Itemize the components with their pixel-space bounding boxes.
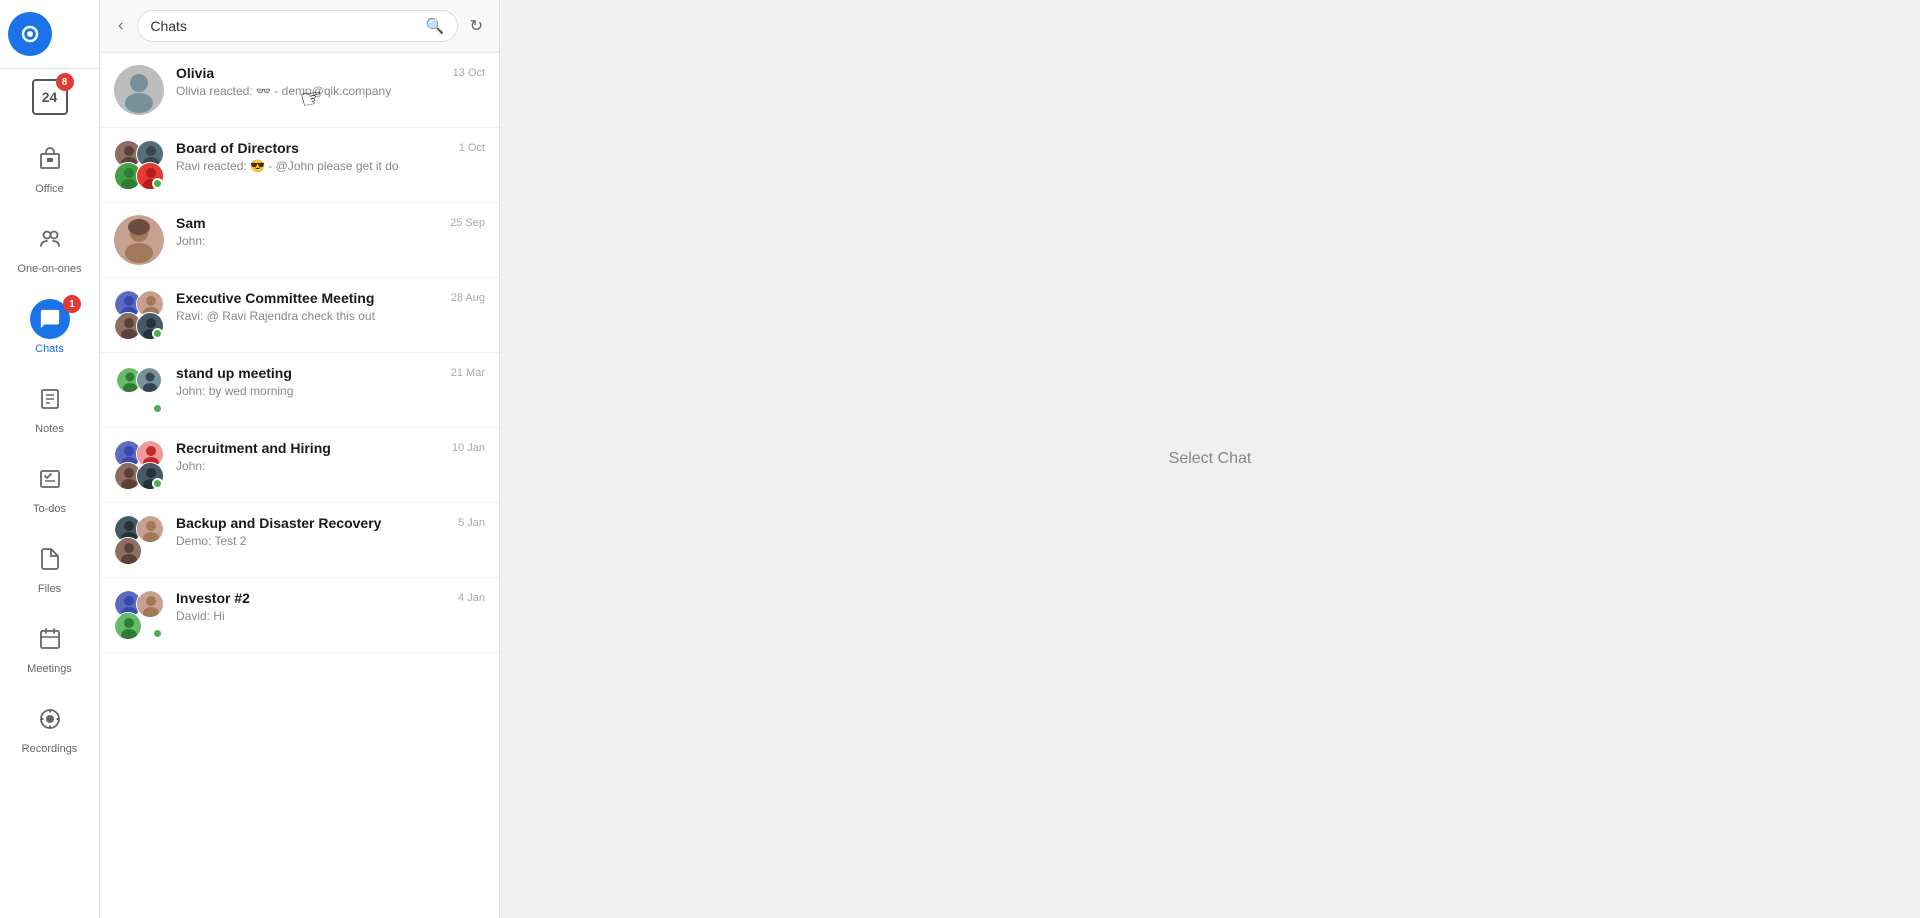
- chat-preview-recruitment: John:: [176, 459, 485, 473]
- calendar-button[interactable]: 24 8: [32, 69, 68, 119]
- chat-preview-olivia: Olivia reacted: 👓 - demo@qik.company: [176, 84, 485, 98]
- chat-item-olivia[interactable]: Olivia 13 Oct Olivia reacted: 👓 - demo@q…: [100, 53, 499, 128]
- chat-content-standup: stand up meeting 21 Mar John: by wed mor…: [176, 365, 485, 398]
- chats-refresh-button[interactable]: ↻: [466, 12, 487, 40]
- chat-content-executive: Executive Committee Meeting 28 Aug Ravi:…: [176, 290, 485, 323]
- sidebar-nav: Office One-on-ones 1 Chats: [0, 119, 99, 918]
- chat-name-executive: Executive Committee Meeting: [176, 290, 374, 306]
- sidebar-label-office: Office: [35, 183, 64, 195]
- sidebar-item-files[interactable]: Files: [0, 527, 99, 607]
- chat-date-olivia: 13 Oct: [453, 67, 485, 79]
- chat-name-board: Board of Directors: [176, 140, 299, 156]
- chat-preview-executive: Ravi: @ Ravi Rajendra check this out: [176, 309, 485, 323]
- online-indicator-recruitment: [152, 478, 163, 489]
- chats-badge: 1: [63, 295, 81, 313]
- recordings-icon: [30, 699, 70, 739]
- chat-date-recruitment: 10 Jan: [452, 442, 485, 454]
- sidebar-item-meetings[interactable]: Meetings: [0, 607, 99, 687]
- sidebar-item-chats[interactable]: 1 Chats: [0, 287, 99, 367]
- chat-preview-standup: John: by wed morning: [176, 384, 485, 398]
- chat-date-board: 1 Oct: [459, 142, 485, 154]
- chat-item-executive[interactable]: Executive Committee Meeting 28 Aug Ravi:…: [100, 278, 499, 353]
- chat-content-recruitment: Recruitment and Hiring 10 Jan John:: [176, 440, 485, 473]
- main-content: Select Chat: [500, 0, 1920, 918]
- online-indicator-standup: [152, 403, 163, 414]
- online-indicator-board: [152, 178, 163, 189]
- calendar-number: 24: [42, 89, 58, 105]
- chat-item-investor[interactable]: Investor #2 4 Jan David: Hi: [100, 578, 499, 653]
- company-logo: [8, 12, 52, 56]
- chats-search-bar: 🔍: [137, 10, 457, 42]
- sidebar-item-one-on-ones[interactable]: One-on-ones: [0, 207, 99, 287]
- chat-date-executive: 28 Aug: [451, 292, 485, 304]
- office-icon: [30, 139, 70, 179]
- select-chat-label: Select Chat: [1169, 450, 1252, 468]
- company-header[interactable]: [0, 0, 99, 69]
- chat-date-standup: 21 Mar: [451, 367, 485, 379]
- chat-preview-sam: John:: [176, 234, 485, 248]
- notes-icon: [30, 379, 70, 419]
- sidebar-item-todos[interactable]: To-dos: [0, 447, 99, 527]
- chat-preview-investor: David: Hi: [176, 609, 485, 623]
- sidebar-label-meetings: Meetings: [27, 663, 72, 675]
- chat-content-investor: Investor #2 4 Jan David: Hi: [176, 590, 485, 623]
- sidebar: 24 8 Office: [0, 0, 100, 918]
- sidebar-item-recordings[interactable]: Recordings: [0, 687, 99, 767]
- chat-name-backup: Backup and Disaster Recovery: [176, 515, 381, 531]
- chat-item-standup[interactable]: stand up meeting 21 Mar John: by wed mor…: [100, 353, 499, 428]
- sidebar-label-notes: Notes: [35, 423, 64, 435]
- chat-content-backup: Backup and Disaster Recovery 5 Jan Demo:…: [176, 515, 485, 548]
- one-on-ones-icon: [30, 219, 70, 259]
- sidebar-item-office[interactable]: Office: [0, 127, 99, 207]
- chat-date-backup: 5 Jan: [458, 517, 485, 529]
- chat-avatar-board: [114, 140, 164, 190]
- chat-name-recruitment: Recruitment and Hiring: [176, 440, 331, 456]
- chats-search-input[interactable]: [150, 18, 418, 34]
- chat-content-sam: Sam 25 Sep John:: [176, 215, 485, 248]
- sidebar-label-files: Files: [38, 583, 61, 595]
- chat-content-olivia: Olivia 13 Oct Olivia reacted: 👓 - demo@q…: [176, 65, 485, 98]
- chat-content-board: Board of Directors 1 Oct Ravi reacted: 😎…: [176, 140, 485, 173]
- chat-item-backup[interactable]: Backup and Disaster Recovery 5 Jan Demo:…: [100, 503, 499, 578]
- chat-avatar-recruitment: [114, 440, 164, 490]
- calendar-badge-count: 8: [56, 73, 74, 91]
- chat-name-standup: stand up meeting: [176, 365, 292, 381]
- chat-item-board[interactable]: Board of Directors 1 Oct Ravi reacted: 😎…: [100, 128, 499, 203]
- sidebar-label-todos: To-dos: [33, 503, 66, 515]
- chats-back-button[interactable]: ‹: [112, 15, 129, 37]
- chat-date-investor: 4 Jan: [458, 592, 485, 604]
- chat-avatar-investor: [114, 590, 164, 640]
- chat-avatar-backup: [114, 515, 164, 565]
- meetings-icon: [30, 619, 70, 659]
- chat-name-olivia: Olivia: [176, 65, 214, 81]
- sidebar-item-notes[interactable]: Notes: [0, 367, 99, 447]
- chat-preview-backup: Demo: Test 2: [176, 534, 485, 548]
- chat-preview-board: Ravi reacted: 😎 - @John please get it do: [176, 159, 485, 173]
- search-icon: 🔍: [426, 17, 445, 35]
- chat-item-recruitment[interactable]: Recruitment and Hiring 10 Jan John:: [100, 428, 499, 503]
- chat-avatar-olivia: [114, 65, 164, 115]
- chat-name-sam: Sam: [176, 215, 206, 231]
- sidebar-label-one-on-ones: One-on-ones: [17, 263, 81, 275]
- chat-date-sam: 25 Sep: [450, 217, 485, 229]
- sidebar-label-recordings: Recordings: [22, 743, 78, 755]
- chats-panel: ‹ 🔍 ↻ ☞: [100, 0, 500, 918]
- online-indicator-executive: [152, 328, 163, 339]
- chat-avatar-standup: [114, 365, 164, 415]
- chat-name-investor: Investor #2: [176, 590, 250, 606]
- files-icon: [30, 539, 70, 579]
- chat-item-sam[interactable]: Sam 25 Sep John:: [100, 203, 499, 278]
- chats-list: Olivia 13 Oct Olivia reacted: 👓 - demo@q…: [100, 53, 499, 918]
- chats-header: ‹ 🔍 ↻: [100, 0, 499, 53]
- online-indicator-investor: [152, 628, 163, 639]
- todos-icon: [30, 459, 70, 499]
- sidebar-label-chats: Chats: [35, 343, 64, 355]
- chat-avatar-sam: [114, 215, 164, 265]
- chat-avatar-executive: [114, 290, 164, 340]
